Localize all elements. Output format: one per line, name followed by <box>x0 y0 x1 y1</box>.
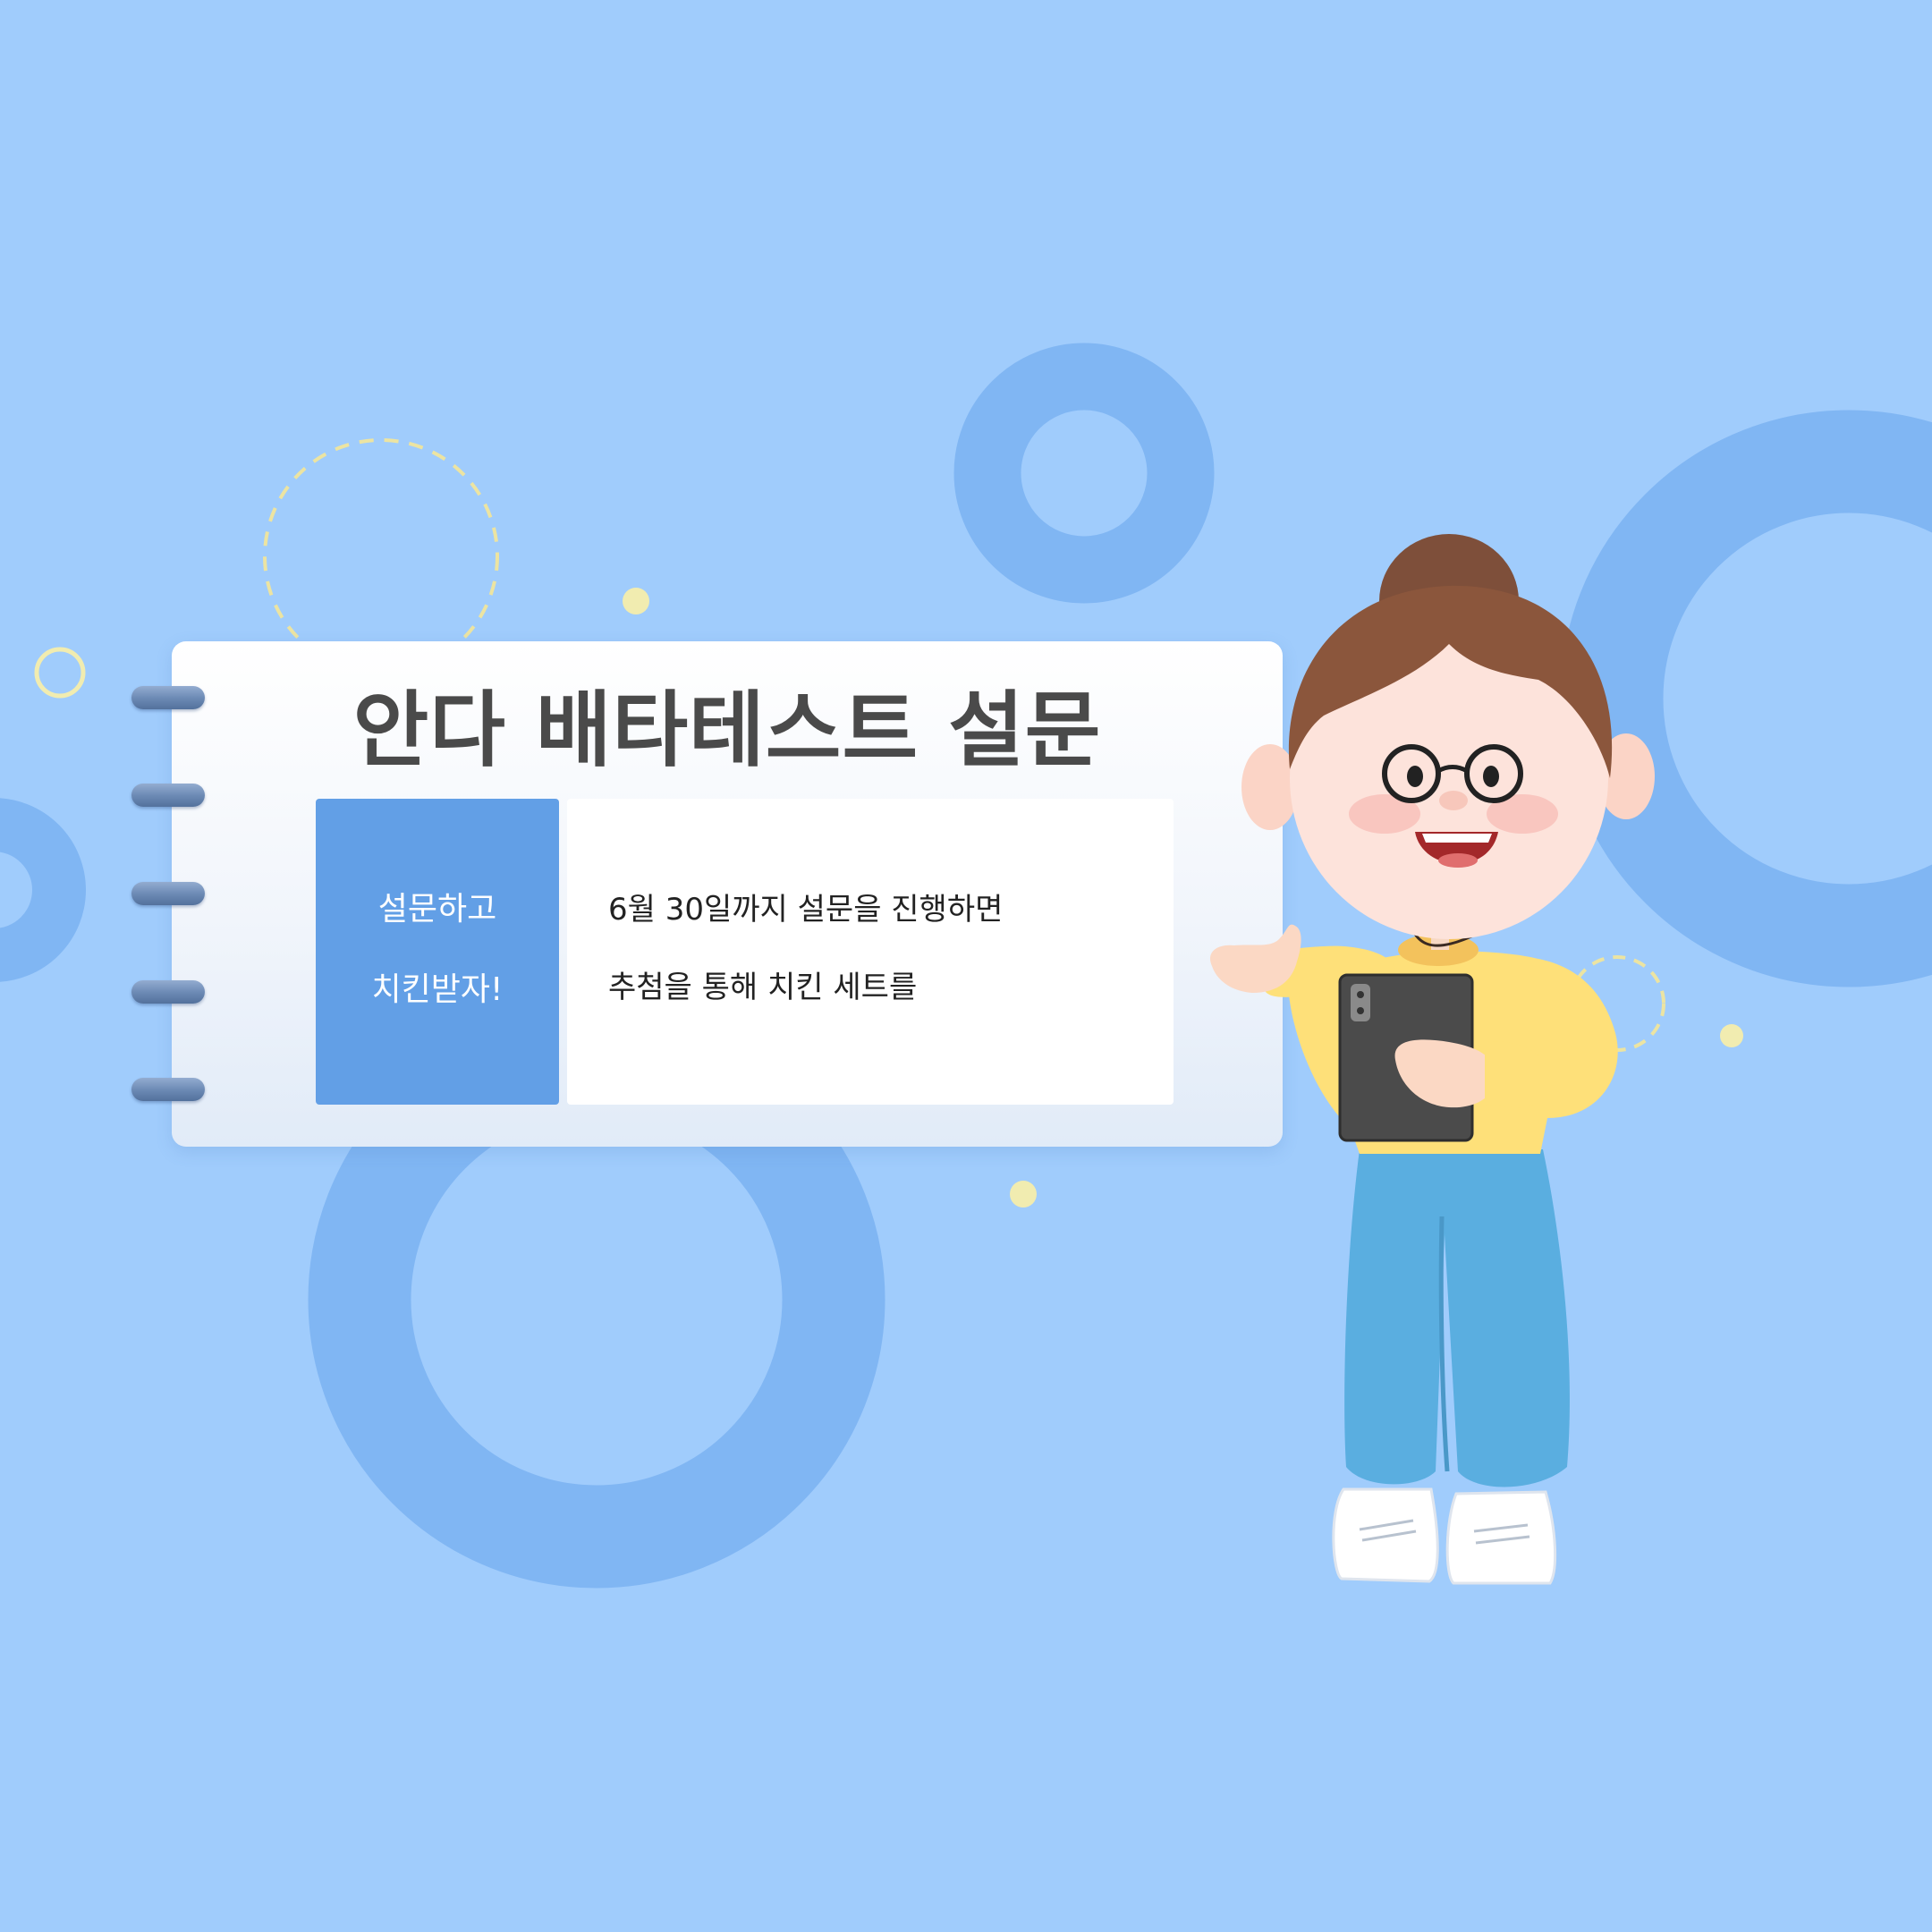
binder-ring <box>131 882 205 905</box>
page-title: 안다 배타테스트 설문 <box>352 682 1102 778</box>
description-line: 6월 30일까지 설문을 진행하면 <box>608 892 1004 928</box>
tag-line: 설문하고 <box>377 891 497 928</box>
tag-box: 설문하고 치킨받자! <box>316 799 559 1105</box>
character-shoes <box>1332 1487 1557 1585</box>
description-line: 추첨을 통해 치킨 세트를 <box>608 970 918 1005</box>
promo-banner: 안다 배타테스트 설문 설문하고 치킨받자! 6월 30일까지 설문을 진행하면… <box>0 0 1932 1932</box>
binder-ring <box>131 1078 205 1101</box>
character-illustration <box>1209 534 1655 1585</box>
binder-ring <box>131 980 205 1004</box>
character-head <box>1241 534 1655 947</box>
character-legs <box>1344 1149 1570 1487</box>
description-box: 6월 30일까지 설문을 진행하면 추첨을 통해 치킨 세트를 <box>567 799 1174 1105</box>
yellow-dot-decoration <box>623 588 649 614</box>
yellow-dot-decoration <box>1720 1024 1743 1047</box>
yellow-dot-decoration <box>1010 1181 1037 1208</box>
tag-line: 치킨받자! <box>371 971 504 1008</box>
